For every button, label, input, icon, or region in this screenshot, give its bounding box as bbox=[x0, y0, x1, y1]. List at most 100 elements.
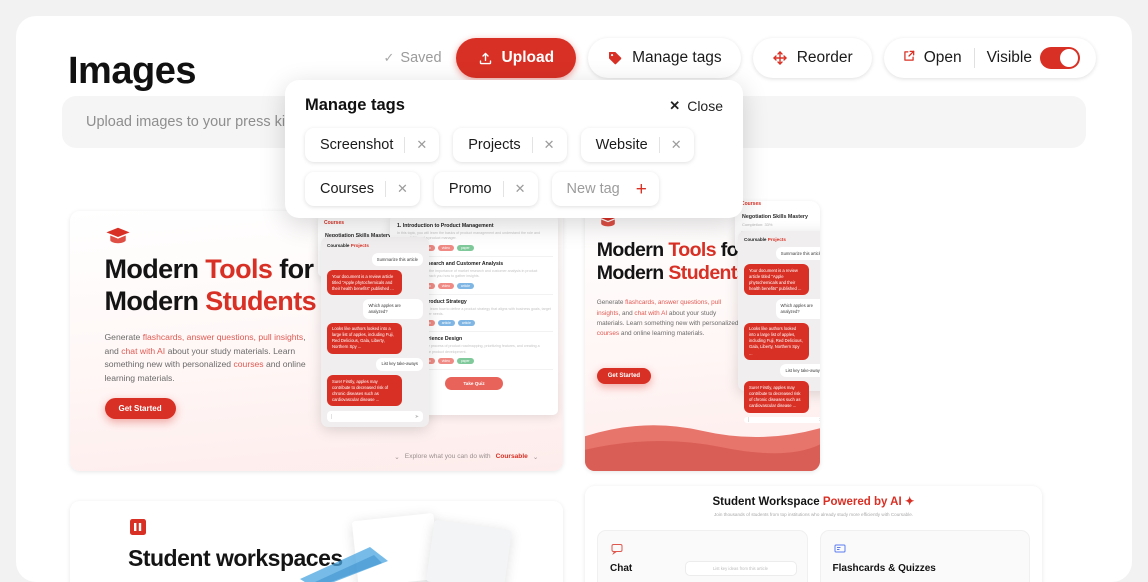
take-quiz-button: Take Quiz bbox=[445, 377, 503, 391]
chat-section: Projects bbox=[350, 243, 369, 248]
upload-button[interactable]: Upload bbox=[455, 38, 577, 78]
hero-cta-button-narrow: Get Started bbox=[596, 368, 652, 385]
chat-heading-2: Coursable Projects bbox=[744, 237, 820, 242]
hero-paragraph-part: , and bbox=[618, 309, 635, 317]
open-button[interactable]: Open bbox=[902, 49, 962, 68]
visible-toggle[interactable] bbox=[1040, 47, 1080, 69]
tag-chip[interactable]: Website ✕ bbox=[580, 128, 694, 162]
chat-brand-2: Coursable bbox=[744, 237, 767, 242]
hero-paragraph-part: flashcards, answer questions, bbox=[142, 331, 256, 342]
material-pill: article bbox=[437, 320, 455, 327]
remove-tag-icon[interactable]: ✕ bbox=[416, 137, 427, 153]
tag-chip[interactable]: Promo ✕ bbox=[433, 172, 538, 206]
material-pill: video bbox=[437, 244, 454, 251]
close-popover-button[interactable]: ✕ Close bbox=[669, 98, 723, 114]
chat-bubble-user: Which apples are analyzed? bbox=[775, 299, 820, 319]
header-toolbar: ✓ Saved Upload Manage tags Reorder Open … bbox=[384, 38, 1096, 78]
chat-bubble-assistant: Looks like authors looked into a large l… bbox=[744, 322, 809, 361]
hero-paragraph-part: chat with AI bbox=[634, 309, 668, 317]
chat-input: | ➤ bbox=[327, 411, 423, 422]
tag-chip[interactable]: Courses ✕ bbox=[305, 172, 420, 206]
remove-tag-icon[interactable]: ✕ bbox=[515, 181, 526, 197]
doc-ribbon-decoration bbox=[300, 547, 388, 582]
material-pill: paper bbox=[456, 244, 474, 251]
close-icon: ✕ bbox=[669, 97, 681, 113]
coursable-mark-icon bbox=[130, 519, 146, 535]
workspaces-artwork: Student workspaces bbox=[70, 501, 563, 582]
material-pill: video bbox=[437, 282, 454, 289]
workspace-feature-card: Flashcards & Quizzes bbox=[819, 530, 1030, 582]
chat-input-caret-2: | bbox=[748, 416, 750, 423]
tag-chip[interactable]: Projects ✕ bbox=[453, 128, 567, 162]
chat-bubble-assistant: Sure! Firstly, apples may contribute to … bbox=[327, 375, 402, 407]
remove-tag-icon[interactable]: ✕ bbox=[397, 181, 408, 197]
upload-label: Upload bbox=[501, 49, 555, 66]
workspace-title: Student Workspace Powered by AI ✦ bbox=[585, 494, 1042, 508]
material-pill: paper bbox=[456, 358, 474, 365]
remove-tag-icon[interactable]: ✕ bbox=[544, 137, 555, 153]
hero-footer: ⌄ Explore what you can do with Coursable… bbox=[394, 453, 538, 461]
image-card-hero-narrow[interactable]: Modern Tools for Modern Students Generat… bbox=[585, 201, 820, 471]
visible-toggle-group[interactable]: Visible bbox=[987, 47, 1080, 69]
workspace-artwork: Student Workspace Powered by AI ✦ Join t… bbox=[585, 486, 1042, 582]
open-label: Open bbox=[923, 49, 962, 66]
close-label: Close bbox=[687, 97, 723, 114]
tag-divider bbox=[404, 137, 406, 153]
hero-paragraph-part: Generate bbox=[596, 299, 626, 307]
reorder-button[interactable]: Reorder bbox=[752, 38, 872, 78]
saved-label: Saved bbox=[400, 50, 442, 66]
send-icon-2: ➤ bbox=[819, 417, 820, 423]
workspace-feature-cards: Chat List key ideas from this article Flas… bbox=[597, 530, 1030, 582]
chat-bubble-user: Summarize this article bbox=[775, 247, 820, 261]
move-arrows-icon bbox=[772, 50, 788, 66]
chat-bubble-user: List key take-aways bbox=[780, 364, 820, 378]
saved-status: ✓ Saved bbox=[384, 50, 442, 66]
chat-input-caret: | bbox=[331, 413, 333, 420]
ws-title-red: Powered by AI bbox=[822, 496, 902, 508]
tag-chip[interactable]: Screenshot ✕ bbox=[305, 128, 440, 162]
material-pill: article bbox=[456, 282, 474, 289]
new-tag-placeholder: New tag bbox=[566, 181, 620, 197]
workspace-feature-card: Chat List key ideas from this article bbox=[597, 530, 808, 582]
hero-cta-button: Get Started bbox=[104, 398, 176, 420]
tag-label: Courses bbox=[320, 181, 374, 197]
tag-divider bbox=[385, 181, 386, 197]
reorder-label: Reorder bbox=[796, 49, 853, 66]
tag-divider bbox=[658, 137, 660, 153]
manage-tags-button[interactable]: Manage tags bbox=[588, 38, 741, 78]
hero-paragraph-part: Generate bbox=[104, 331, 143, 342]
headline-l2-red: Students bbox=[205, 285, 316, 316]
course-completion: Completion: 33% bbox=[742, 221, 773, 227]
material-pill: article bbox=[457, 320, 475, 327]
tag-chip-list: Screenshot ✕ Projects ✕ Website ✕ Courses ✕ Prom… bbox=[305, 128, 723, 206]
chat-bubble-assistant: Looks like authors looked into a large l… bbox=[327, 322, 402, 354]
chat-panel-narrow: Coursable Projects Summarize this articl… bbox=[738, 231, 820, 423]
image-card-workspace-ai[interactable]: Student Workspace Powered by AI ✦ Join t… bbox=[585, 486, 1042, 582]
add-tag-icon[interactable]: + bbox=[636, 180, 647, 199]
chat-bubble-icon bbox=[610, 542, 624, 555]
tag-divider bbox=[502, 181, 504, 197]
chat-bubble-user: Which apples are analyzed? bbox=[363, 299, 423, 319]
headline-n1-black: Modern bbox=[596, 238, 669, 261]
visible-label: Visible bbox=[986, 49, 1032, 66]
image-card-hero-wide[interactable]: Modern Tools for Modern Students Generat… bbox=[70, 211, 563, 471]
tag-icon bbox=[607, 50, 623, 66]
chevron-down-icon-2: ⌄ bbox=[532, 453, 539, 461]
popover-header: Manage tags ✕ Close bbox=[305, 96, 723, 115]
external-link-icon bbox=[902, 49, 916, 68]
manage-tags-popover: Manage tags ✕ Close Screenshot ✕ Projects ✕… bbox=[285, 80, 743, 218]
chat-heading: Coursable Projects bbox=[327, 243, 423, 248]
headline-l1-red: Tools bbox=[205, 253, 273, 284]
image-card-workspaces[interactable]: Student workspaces bbox=[70, 501, 563, 582]
open-visible-group: Open Visible bbox=[883, 38, 1096, 78]
chat-bubble-user: Summarize this article bbox=[371, 253, 423, 267]
tag-label: Website bbox=[595, 137, 648, 153]
hero-paragraph-part: flashcards, answer questions, bbox=[625, 299, 710, 307]
check-icon: ✓ bbox=[383, 50, 395, 65]
new-tag-input[interactable]: New tag + bbox=[551, 172, 659, 206]
chat-messages: Summarize this article Your document is a… bbox=[327, 253, 423, 410]
tag-label: Promo bbox=[448, 181, 492, 197]
remove-tag-icon[interactable]: ✕ bbox=[671, 137, 682, 153]
headline-n2-black: Modern bbox=[596, 262, 669, 285]
course-panel-heading-2: Courses bbox=[741, 201, 762, 207]
